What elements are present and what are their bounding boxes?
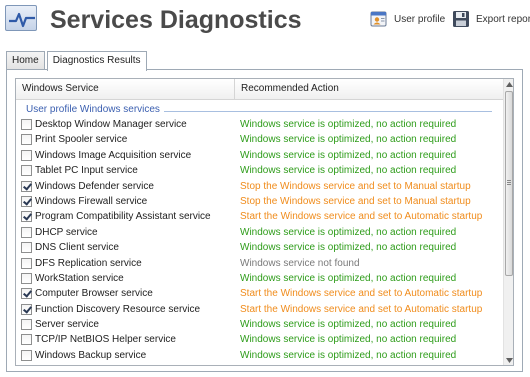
service-name: WorkStation service <box>35 272 124 284</box>
table-row[interactable]: Computer Browser service Start the Window… <box>16 286 504 301</box>
service-checkbox[interactable] <box>21 180 32 192</box>
recommended-action: Stop the Windows service and set to Manu… <box>240 195 471 207</box>
service-name: DHCP service <box>35 226 98 238</box>
service-checkbox[interactable] <box>21 272 32 284</box>
list-header: Windows Service Recommended Action <box>16 79 504 100</box>
service-checkbox[interactable] <box>21 349 32 361</box>
service-checkbox[interactable] <box>21 165 32 177</box>
scroll-up-arrow-icon[interactable] <box>504 79 513 89</box>
recommended-action: Windows service is optimized, no action … <box>240 134 457 146</box>
table-row[interactable]: Windows Firewall service Stop the Windows… <box>16 194 504 209</box>
app-title: Services Diagnostics <box>50 6 302 34</box>
service-name: Function Discovery Resource service <box>35 303 201 315</box>
table-row[interactable]: Windows Defender service Stop the Windows… <box>16 179 504 194</box>
service-name: Windows Defender service <box>35 180 154 192</box>
service-checkbox[interactable] <box>21 211 32 223</box>
column-header-recommended-action[interactable]: Recommended Action <box>235 79 504 100</box>
service-name: Windows Firewall service <box>35 195 148 207</box>
table-row[interactable]: DHCP service Windows service is optimized… <box>16 225 504 240</box>
service-name: Tablet PC Input service <box>35 165 138 177</box>
recommended-action: Windows service is optimized, no action … <box>240 149 457 161</box>
service-checkbox[interactable] <box>21 334 32 346</box>
recommended-action: Windows service is optimized, no action … <box>240 226 457 238</box>
table-row[interactable]: Program Compatibility Assistant service S… <box>16 209 504 224</box>
app-logo-icon <box>5 5 37 31</box>
service-name: DNS Client service <box>35 242 119 254</box>
services-list: Windows Service Recommended Action User … <box>15 78 514 366</box>
save-disk-icon <box>453 11 469 27</box>
column-header-windows-service[interactable]: Windows Service <box>16 79 235 100</box>
service-checkbox[interactable] <box>21 288 32 300</box>
recommended-action: Windows service is optimized, no action … <box>240 349 457 361</box>
service-checkbox[interactable] <box>21 257 32 269</box>
service-name: Windows Image Acquisition service <box>35 149 192 161</box>
recommended-action: Windows service is optimized, no action … <box>240 334 457 346</box>
table-row[interactable]: Tablet PC Input service Windows service i… <box>16 163 504 178</box>
group-label: User profile Windows services <box>26 103 164 116</box>
table-row[interactable]: Windows Backup service Windows service is… <box>16 348 504 363</box>
user-profile-label: User profile <box>394 13 446 25</box>
service-name: Windows Backup service <box>35 349 147 361</box>
recommended-action: Windows service not found <box>240 257 360 269</box>
group-header: User profile Windows services <box>16 102 504 117</box>
service-checkbox[interactable] <box>21 119 32 130</box>
results-panel: Windows Service Recommended Action User … <box>6 69 523 372</box>
table-row[interactable]: WorkStation service Windows service is op… <box>16 271 504 286</box>
export-report-label: Export report <box>476 13 530 25</box>
service-name: Program Compatibility Assistant service <box>35 211 211 223</box>
service-checkbox[interactable] <box>21 134 32 146</box>
vertical-scrollbar[interactable] <box>503 79 513 365</box>
service-name: DFS Replication service <box>35 257 142 269</box>
user-profile-button[interactable]: User profile <box>369 8 445 30</box>
table-row[interactable]: Print Spooler service Windows service is … <box>16 132 504 147</box>
tab-diagnostics-results[interactable]: Diagnostics Results <box>46 51 147 71</box>
table-row[interactable]: Desktop Window Manager service Windows se… <box>16 117 504 132</box>
service-checkbox[interactable] <box>21 195 32 207</box>
recommended-action: Start the Windows service and set to Aut… <box>240 303 483 315</box>
tab-home[interactable]: Home <box>6 51 45 70</box>
service-checkbox[interactable] <box>21 242 32 254</box>
recommended-action: Windows service is optimized, no action … <box>240 319 457 331</box>
recommended-action: Start the Windows service and set to Aut… <box>240 288 483 300</box>
tab-bar: Home Diagnostics Results <box>6 51 149 71</box>
table-row[interactable]: DNS Client service Windows service is opt… <box>16 240 504 255</box>
table-row[interactable]: Function Discovery Resource service Start… <box>16 302 504 317</box>
table-row[interactable]: TCP/IP NetBIOS Helper service Windows ser… <box>16 332 504 347</box>
service-name: Server service <box>35 319 99 331</box>
table-row[interactable]: DFS Replication service Windows service n… <box>16 256 504 271</box>
table-row[interactable]: Server service Windows service is optimiz… <box>16 317 504 332</box>
recommended-action: Windows service is optimized, no action … <box>240 165 457 177</box>
service-name: Computer Browser service <box>35 288 153 300</box>
service-rows: Desktop Window Manager service Windows se… <box>16 117 504 363</box>
export-report-button[interactable]: Export report <box>451 8 530 30</box>
service-name: Print Spooler service <box>35 134 128 146</box>
table-row[interactable]: Windows Image Acquisition service Windows… <box>16 148 504 163</box>
recommended-action: Start the Windows service and set to Aut… <box>240 211 483 223</box>
scrollbar-thumb[interactable] <box>505 91 513 276</box>
recommended-action: Stop the Windows service and set to Manu… <box>240 180 471 192</box>
service-name: TCP/IP NetBIOS Helper service <box>35 334 176 346</box>
service-name: Desktop Window Manager service <box>35 119 187 130</box>
recommended-action: Windows service is optimized, no action … <box>240 119 457 130</box>
recommended-action: Windows service is optimized, no action … <box>240 272 457 284</box>
service-checkbox[interactable] <box>21 319 32 331</box>
user-profile-icon <box>370 11 387 27</box>
service-checkbox[interactable] <box>21 149 32 161</box>
scroll-down-arrow-icon[interactable] <box>504 355 513 365</box>
service-checkbox[interactable] <box>21 226 32 238</box>
service-checkbox[interactable] <box>21 303 32 315</box>
recommended-action: Windows service is optimized, no action … <box>240 242 457 254</box>
